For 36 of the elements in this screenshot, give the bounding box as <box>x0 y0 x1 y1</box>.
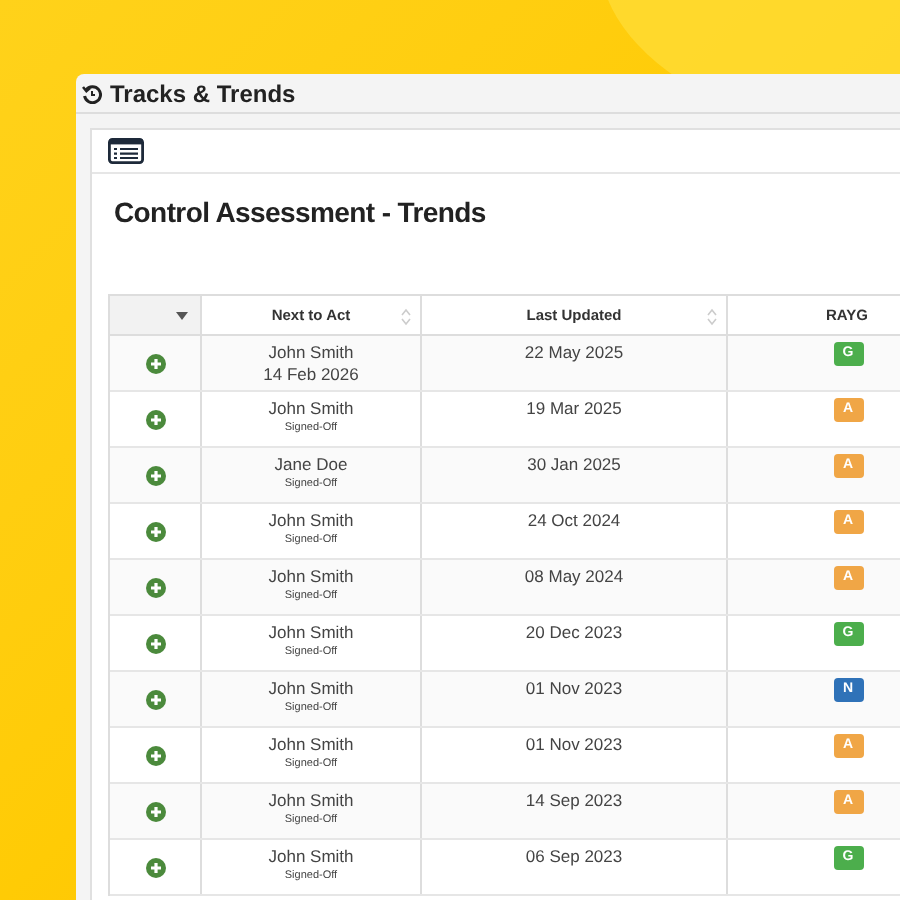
assignee-name: John Smith <box>268 790 354 812</box>
due-date: 14 Feb 2026 <box>263 364 359 386</box>
updated-date: 22 May 2025 <box>524 342 624 366</box>
expand-plus-icon[interactable] <box>145 745 165 765</box>
expand-plus-icon[interactable] <box>145 689 165 709</box>
assignee-name: John Smith <box>268 846 354 868</box>
assignee-name: John Smith <box>268 566 354 588</box>
expand-plus-icon[interactable] <box>145 577 165 597</box>
updated-date: 20 Dec 2023 <box>525 622 623 646</box>
expand-plus-icon[interactable] <box>145 353 165 373</box>
updated-date: 30 Jan 2025 <box>527 454 621 478</box>
assignee-name: John Smith <box>268 734 354 756</box>
updated-date: 14 Sep 2023 <box>525 790 623 814</box>
updated-date: 19 Mar 2025 <box>526 398 622 422</box>
window-title: Tracks & Trends <box>110 77 296 111</box>
assignee-name: John Smith <box>268 622 354 644</box>
history-icon <box>82 83 102 103</box>
list-menu-icon[interactable] <box>108 138 144 164</box>
expand-plus-icon[interactable] <box>145 465 165 485</box>
dropdown-caret-icon[interactable] <box>176 311 188 319</box>
updated-date: 01 Nov 2023 <box>525 678 623 702</box>
expand-plus-icon[interactable] <box>145 521 165 541</box>
assignee-name: John Smith <box>268 678 354 700</box>
assignee-name: John Smith <box>268 510 354 532</box>
assignee-name: John Smith <box>268 398 354 420</box>
updated-date: 01 Nov 2023 <box>525 734 623 758</box>
expand-plus-icon[interactable] <box>145 857 165 877</box>
updated-date: 24 Oct 2024 <box>527 510 621 534</box>
updated-date: 06 Sep 2023 <box>525 846 623 870</box>
expand-plus-icon[interactable] <box>145 633 165 653</box>
assignee-name: Jane Doe <box>274 454 348 476</box>
updated-date: 08 May 2024 <box>524 566 624 590</box>
page-heading: Control Assessment - Trends <box>114 194 488 232</box>
expand-plus-icon[interactable] <box>145 801 165 821</box>
expand-plus-icon[interactable] <box>145 409 165 429</box>
assignee-name: John Smith <box>268 342 354 364</box>
